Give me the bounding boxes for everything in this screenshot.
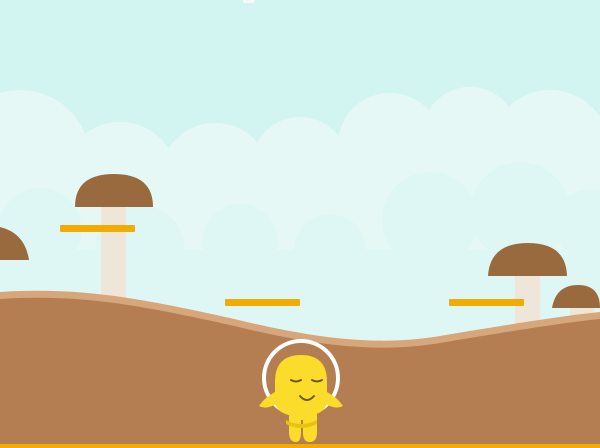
game-canvas[interactable] bbox=[0, 0, 600, 448]
top-marker bbox=[243, 0, 255, 3]
player-body bbox=[275, 355, 327, 416]
ground-strip bbox=[0, 444, 600, 448]
center-platform bbox=[225, 299, 300, 306]
right-platform bbox=[449, 299, 524, 306]
game-scene bbox=[0, 0, 600, 448]
left-platform bbox=[60, 225, 135, 232]
